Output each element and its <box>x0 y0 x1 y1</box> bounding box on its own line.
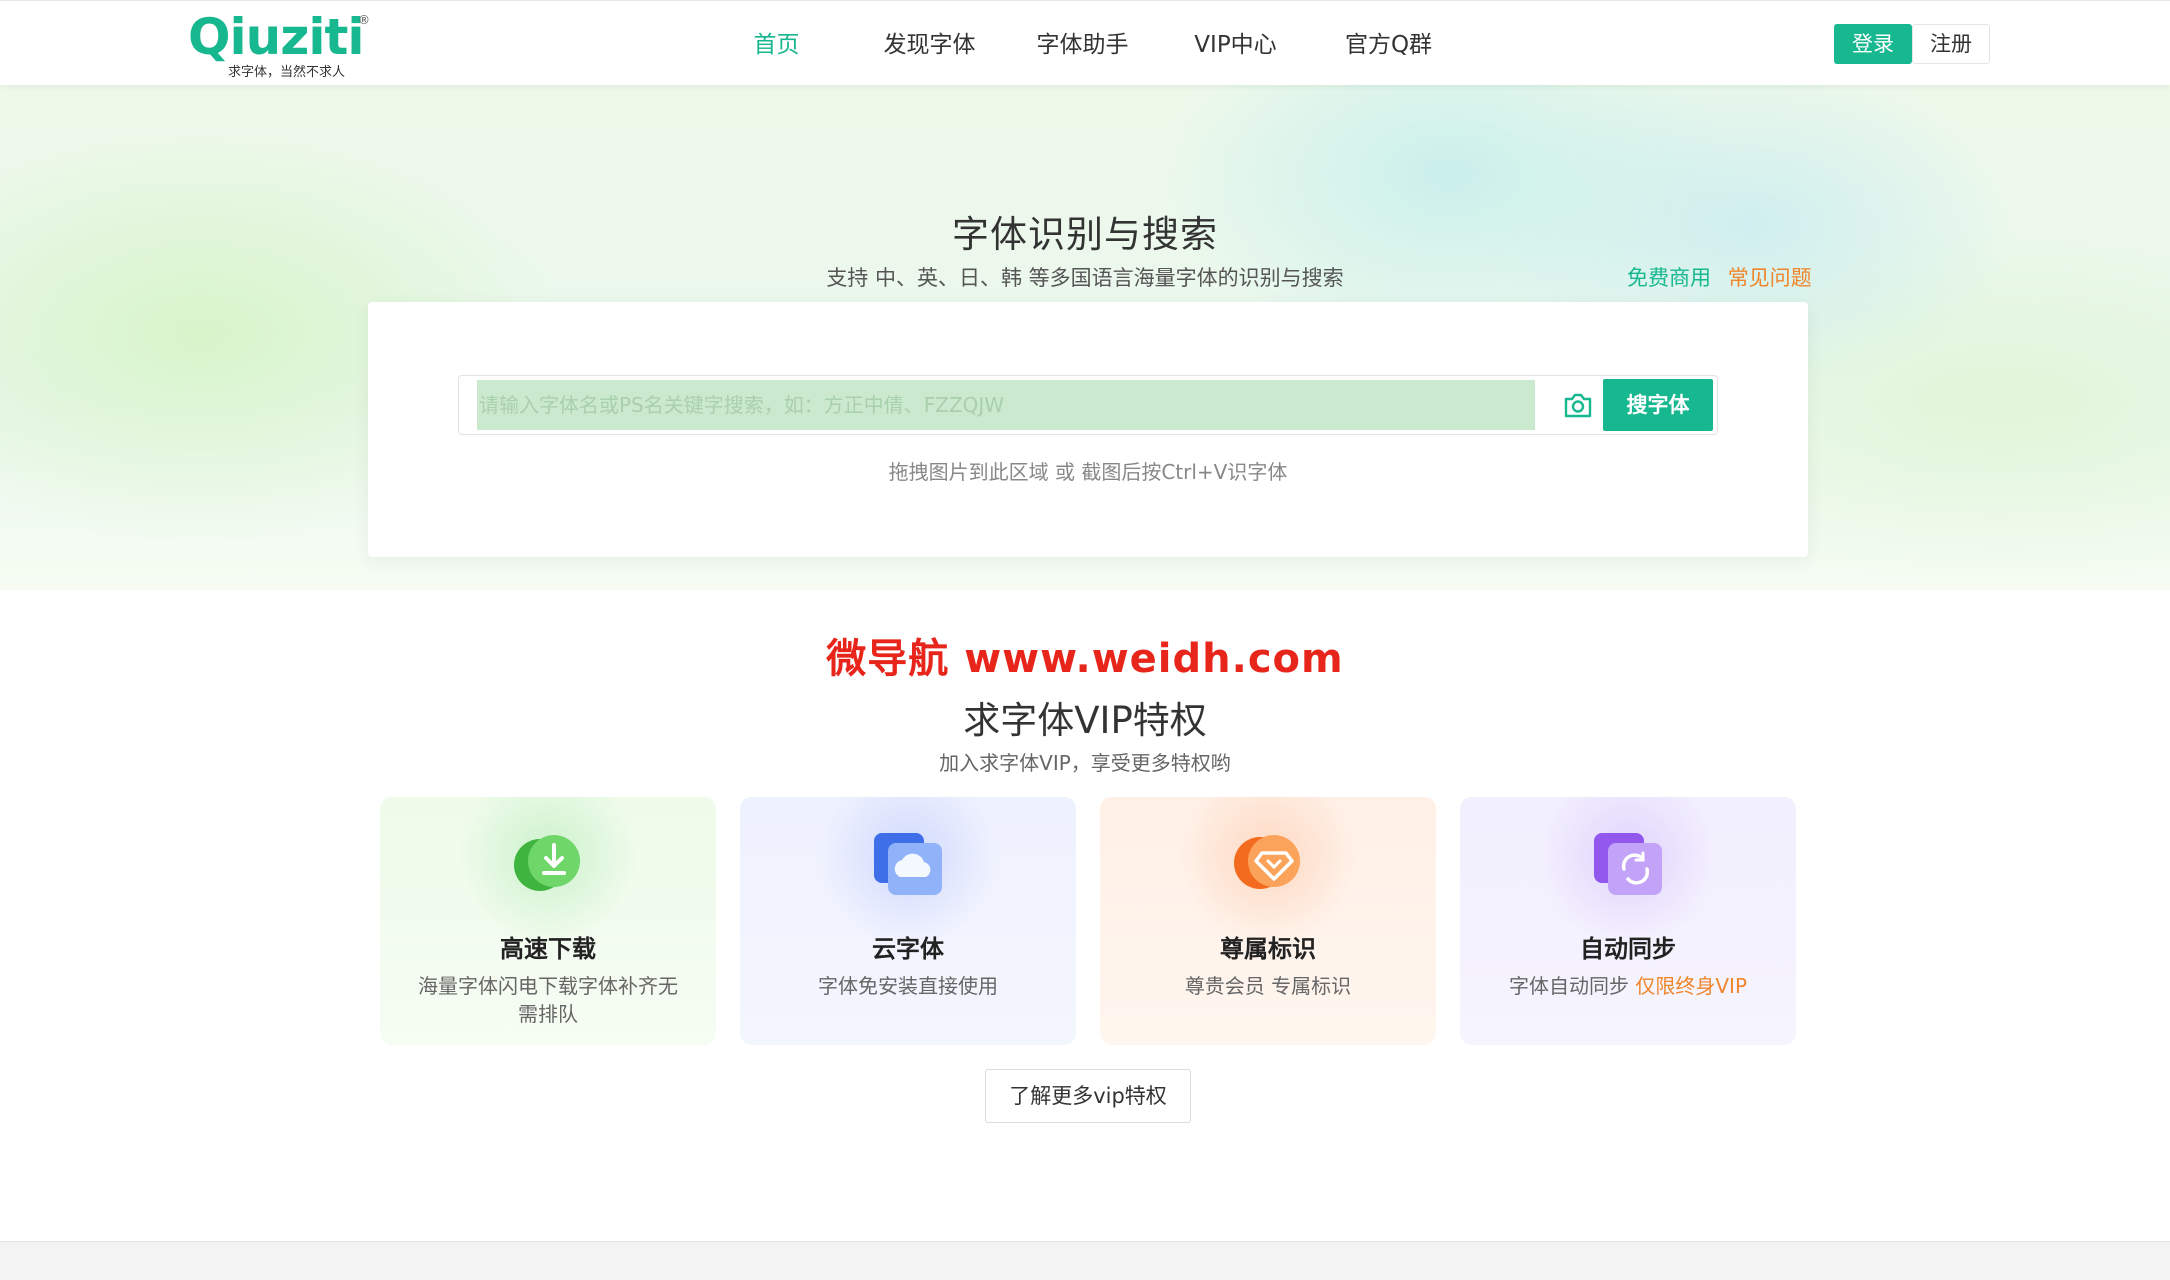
camera-icon[interactable] <box>1563 391 1593 419</box>
nav-item-home[interactable]: 首页 <box>700 1 853 85</box>
search-box: 搜字体 <box>458 375 1718 435</box>
hero-links: 免费商用 常见问题 <box>1627 262 1812 292</box>
search-input[interactable] <box>477 380 1535 430</box>
sync-icon <box>1586 827 1670 899</box>
nav-item-official-qq-group[interactable]: 官方Q群 <box>1312 1 1465 85</box>
card-description: 海量字体闪电下载字体补齐无需排队 <box>418 974 678 1026</box>
card-title: 高速下载 <box>500 935 596 963</box>
card-description: 字体免安装直接使用 <box>818 974 998 998</box>
vip-card-fast-download: 高速下载 海量字体闪电下载字体补齐无需排队 <box>380 797 716 1045</box>
card-title: 自动同步 <box>1580 935 1676 963</box>
card-title: 云字体 <box>872 935 944 963</box>
watermark-text: 微导航 www.weidh.com <box>826 636 1344 682</box>
free-commercial-link[interactable]: 免费商用 <box>1627 266 1711 290</box>
top-navigation-bar: Qiuziti ® 求字体，当然不求人 首页 发现字体 字体助手 VIP中心 官… <box>0 0 2170 85</box>
card-description: 尊贵会员 专属标识 <box>1184 974 1352 998</box>
vip-section-subtitle: 加入求字体VIP，享受更多特权哟 <box>939 751 1231 775</box>
nav-item-vip-center[interactable]: VIP中心 <box>1159 1 1312 85</box>
registered-mark: ® <box>358 13 370 27</box>
download-icon <box>506 827 590 899</box>
faq-link[interactable]: 常见问题 <box>1728 266 1812 290</box>
cloud-icon <box>866 827 950 899</box>
drop-hint: 拖拽图片到此区域 或 截图后按Ctrl+V识字体 <box>888 460 1288 484</box>
nav-item-discover-fonts[interactable]: 发现字体 <box>853 1 1006 85</box>
vip-section-title: 求字体VIP特权 <box>963 699 1207 742</box>
card-title: 尊属标识 <box>1220 935 1316 963</box>
vip-card-cloud-font: 云字体 字体免安装直接使用 <box>740 797 1076 1045</box>
main-nav: 首页 发现字体 字体助手 VIP中心 官方Q群 <box>700 1 1465 85</box>
vip-card-exclusive-badge: 尊属标识 尊贵会员 专属标识 <box>1100 797 1436 1045</box>
learn-more-vip-button[interactable]: 了解更多vip特权 <box>985 1069 1191 1123</box>
diamond-badge-icon <box>1226 827 1310 899</box>
login-button[interactable]: 登录 <box>1834 24 1912 64</box>
vip-card-auto-sync: 自动同步 字体自动同步 仅限终身VIP <box>1460 797 1796 1045</box>
card-description-text: 字体自动同步 <box>1509 974 1636 998</box>
site-logo[interactable]: Qiuziti ® 求字体，当然不求人 <box>188 8 374 80</box>
logo-slogan: 求字体，当然不求人 <box>228 65 346 80</box>
search-font-button[interactable]: 搜字体 <box>1603 379 1713 431</box>
hero-title: 字体识别与搜索 <box>952 213 1218 256</box>
logo-wordmark: Qiuziti <box>188 8 365 66</box>
footer-strip <box>0 1241 2170 1280</box>
hero-section: 字体识别与搜索 支持 中、英、日、韩 等多国语言海量字体的识别与搜索 免费商用 … <box>0 84 2170 590</box>
lifetime-vip-only-note: 仅限终身VIP <box>1635 974 1747 998</box>
hero-subtitle: 支持 中、英、日、韩 等多国语言海量字体的识别与搜索 <box>826 266 1344 290</box>
nav-item-font-assistant[interactable]: 字体助手 <box>1006 1 1159 85</box>
card-description: 字体自动同步 仅限终身VIP <box>1490 972 1766 1000</box>
register-button[interactable]: 注册 <box>1912 24 1990 64</box>
search-card[interactable]: 搜字体 拖拽图片到此区域 或 截图后按Ctrl+V识字体 <box>368 302 1808 557</box>
